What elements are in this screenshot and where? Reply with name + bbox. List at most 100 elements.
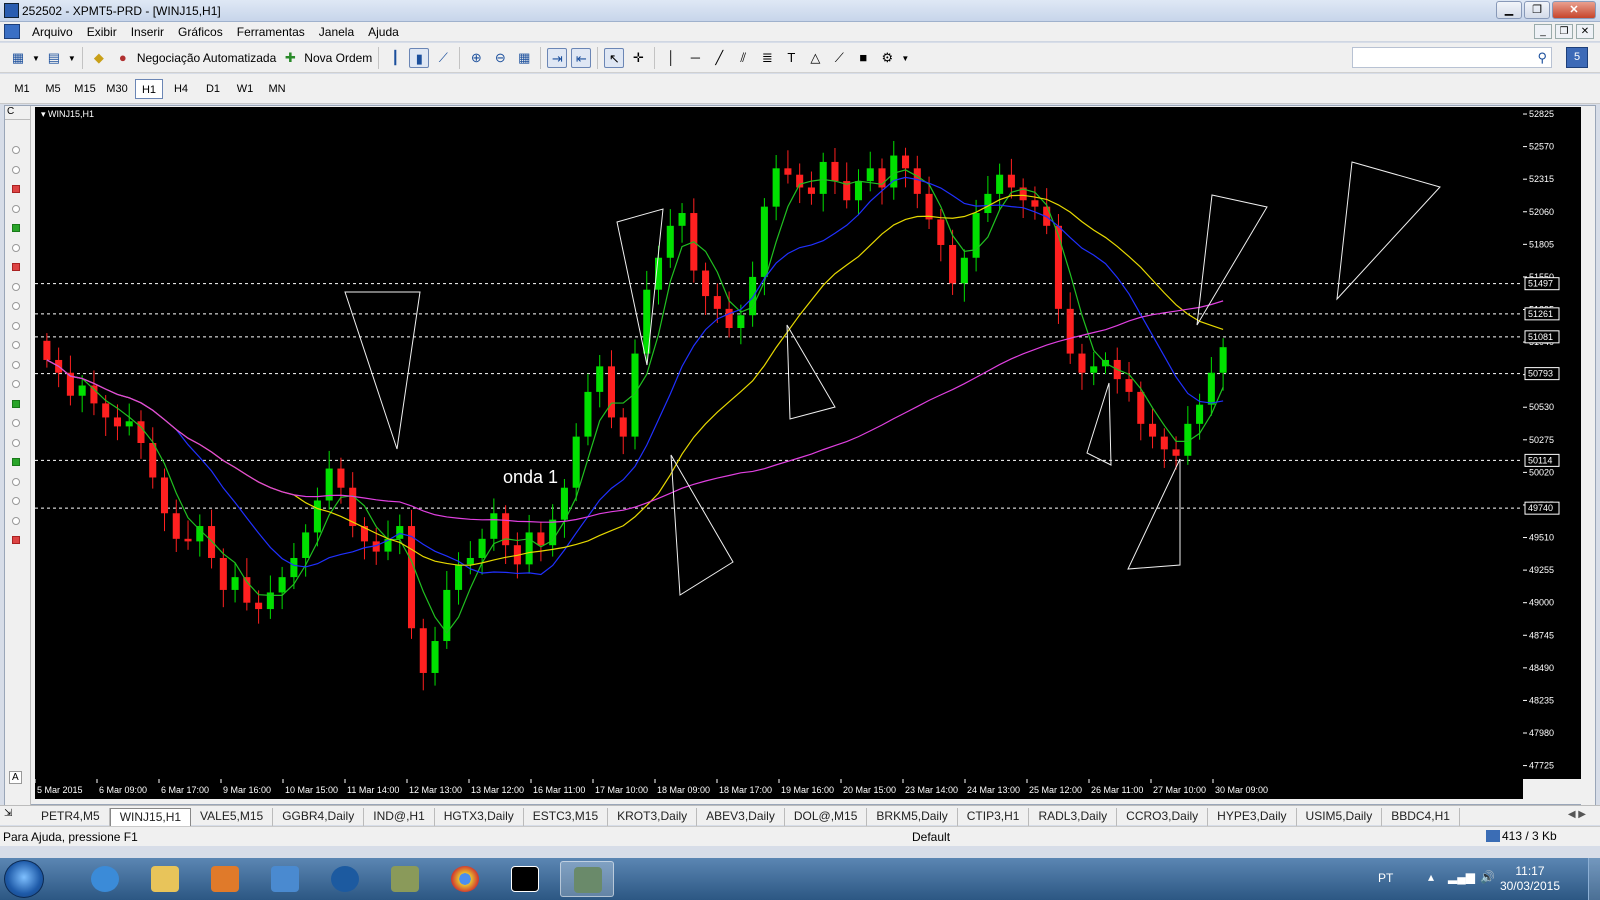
- timeframe-m1[interactable]: M1: [8, 79, 36, 99]
- sidebar-object-icon[interactable]: [12, 497, 20, 505]
- sidebar-object-icon[interactable]: [12, 419, 20, 427]
- tab-menu-icon[interactable]: ⇲: [4, 808, 12, 819]
- chart-tab[interactable]: IND@,H1: [364, 808, 435, 826]
- sidebar-object-icon[interactable]: [12, 165, 20, 174]
- sidebar-object-icon[interactable]: [12, 536, 20, 544]
- search-input[interactable]: ⚲: [1352, 47, 1552, 68]
- chart-tab[interactable]: BBDC4,H1: [1382, 808, 1460, 826]
- sidebar-object-icon[interactable]: [12, 516, 20, 525]
- sidebar-object-icon[interactable]: [12, 243, 20, 252]
- menu-graficos[interactable]: Gráficos: [178, 25, 237, 39]
- help-icon[interactable]: 5: [1566, 47, 1588, 68]
- sidebar-object-icon[interactable]: [12, 399, 20, 408]
- sidebar-object-icon[interactable]: [12, 204, 20, 213]
- timeframe-m15[interactable]: M15: [71, 79, 99, 99]
- auto-trading-button[interactable]: Negociação Automatizada: [137, 51, 276, 65]
- time-axis[interactable]: 5 Mar 2015 6 Mar 09:00 6 Mar 17:00 9 Mar 16…: [34, 779, 1523, 799]
- trendline-icon[interactable]: ╱: [709, 48, 729, 68]
- new-order-icon[interactable]: ✚: [280, 48, 300, 68]
- candlestick-chart[interactable]: [35, 107, 1523, 779]
- profiles-icon[interactable]: ▤: [44, 48, 64, 68]
- menu-exibir[interactable]: Exibir: [87, 25, 131, 39]
- chart-plot-area[interactable]: ▾ WINJ15,H1 onda 1: [35, 107, 1523, 779]
- cursor-icon[interactable]: ↖: [604, 48, 625, 68]
- menu-arquivo[interactable]: Arquivo: [32, 25, 87, 39]
- menu-janela[interactable]: Janela: [319, 25, 368, 39]
- tray-arrow-icon[interactable]: ▴: [1428, 870, 1434, 884]
- minimize-button[interactable]: ▁: [1496, 1, 1522, 19]
- sidebar-object-icon[interactable]: [12, 477, 20, 486]
- child-restore-button[interactable]: ❐: [1555, 24, 1573, 39]
- chart-shift-icon[interactable]: ⇤: [571, 48, 592, 68]
- sidebar-object-icon[interactable]: [12, 321, 20, 330]
- menu-ferramentas[interactable]: Ferramentas: [237, 25, 319, 39]
- auto-trading-icon[interactable]: ●: [113, 48, 133, 68]
- chart-tab[interactable]: HYPE3,Daily: [1208, 808, 1297, 826]
- language-indicator[interactable]: PT: [1378, 871, 1393, 885]
- start-button[interactable]: [4, 860, 44, 898]
- taskbar-explorer[interactable]: [138, 861, 192, 897]
- sidebar-footer[interactable]: A: [9, 771, 22, 784]
- triangle-icon[interactable]: △: [805, 48, 825, 68]
- tab-scroll-arrows[interactable]: ◀ ▶: [1568, 809, 1586, 820]
- sidebar-object-icon[interactable]: [12, 302, 20, 310]
- chart-tab[interactable]: PETR4,M5: [32, 808, 110, 826]
- taskbar-media[interactable]: [198, 861, 252, 897]
- chart-tab[interactable]: CTIP3,H1: [958, 808, 1030, 826]
- chart-tab[interactable]: GGBR4,Daily: [273, 808, 365, 826]
- expert-icon[interactable]: ◆: [89, 48, 109, 68]
- chart-tab[interactable]: HGTX3,Daily: [435, 808, 524, 826]
- shapes-menu-icon[interactable]: ⚙: [877, 48, 897, 68]
- fibonacci-icon[interactable]: ≣: [757, 48, 777, 68]
- document-icon[interactable]: [4, 24, 20, 39]
- sidebar-object-icon[interactable]: [12, 380, 20, 388]
- child-minimize-button[interactable]: _: [1534, 24, 1552, 39]
- chart-tab[interactable]: KROT3,Daily: [608, 808, 698, 826]
- taskbar-app[interactable]: [258, 861, 312, 897]
- zoom-out-icon[interactable]: ⊖: [490, 48, 510, 68]
- menu-inserir[interactable]: Inserir: [131, 25, 178, 39]
- timeframe-h4[interactable]: H4: [167, 79, 195, 99]
- new-chart-icon[interactable]: ▦: [8, 48, 28, 68]
- chart-tab[interactable]: RADL3,Daily: [1029, 808, 1118, 826]
- taskbar-ie[interactable]: [78, 861, 132, 897]
- sidebar-object-icon[interactable]: [12, 263, 20, 271]
- sidebar-object-icon[interactable]: [12, 458, 20, 466]
- zoom-in-icon[interactable]: ⊕: [466, 48, 486, 68]
- signal-icon[interactable]: ▂▄▆: [1448, 870, 1475, 884]
- sidebar-object-icon[interactable]: [12, 360, 20, 369]
- timeframe-h1[interactable]: H1: [135, 79, 163, 99]
- sidebar-object-icon[interactable]: [12, 341, 20, 349]
- maximize-button[interactable]: ❐: [1524, 1, 1550, 19]
- menu-ajuda[interactable]: Ajuda: [368, 25, 413, 39]
- chart-annotation[interactable]: onda 1: [503, 467, 558, 488]
- sidebar-object-icon[interactable]: [12, 224, 20, 232]
- rectangle-icon[interactable]: ■: [853, 48, 873, 68]
- taskbar-metatrader[interactable]: [560, 861, 614, 897]
- show-desktop-button[interactable]: [1588, 858, 1600, 900]
- search-icon[interactable]: ⚲: [1537, 50, 1547, 66]
- chart-tab[interactable]: ABEV3,Daily: [697, 808, 785, 826]
- sidebar-object-icon[interactable]: [12, 185, 20, 193]
- vertical-line-icon[interactable]: │: [661, 48, 681, 68]
- chart-tab[interactable]: WINJ15,H1: [109, 808, 192, 826]
- autoscroll-icon[interactable]: ⇥: [547, 48, 568, 68]
- timeframe-d1[interactable]: D1: [199, 79, 227, 99]
- vertical-scrollbar[interactable]: [1581, 106, 1595, 806]
- close-button[interactable]: ✕: [1552, 1, 1596, 19]
- taskbar-xp[interactable]: [498, 861, 552, 897]
- child-close-button[interactable]: ✕: [1576, 24, 1594, 39]
- bar-chart-icon[interactable]: ┃: [385, 48, 405, 68]
- chart-tab[interactable]: CCRO3,Daily: [1117, 808, 1209, 826]
- taskbar-hp[interactable]: [318, 861, 372, 897]
- chart-tab[interactable]: ESTC3,M15: [524, 808, 609, 826]
- price-axis[interactable]: 5282552570523155206051805515505129551040…: [1523, 107, 1581, 779]
- crosshair-icon[interactable]: ✛: [628, 48, 648, 68]
- timeframe-m30[interactable]: M30: [103, 79, 131, 99]
- sidebar-object-icon[interactable]: [12, 282, 20, 291]
- chart-tab[interactable]: DOL@,M15: [785, 808, 868, 826]
- new-order-button[interactable]: Nova Ordem: [304, 51, 372, 65]
- chart-tab[interactable]: BRKM5,Daily: [867, 808, 958, 826]
- taskbar-tool[interactable]: [378, 861, 432, 897]
- fibo-fan-icon[interactable]: ⟋: [829, 48, 849, 68]
